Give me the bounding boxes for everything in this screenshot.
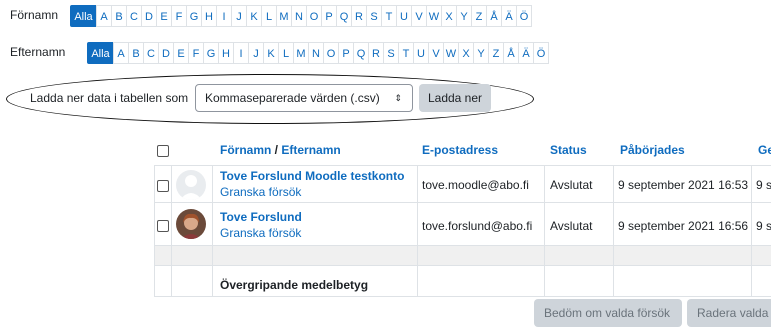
user-name-link[interactable]: Tove Forslund [220, 210, 302, 224]
regrade-selected-button[interactable]: Bedöm om valda försök [534, 299, 682, 327]
lastname-letter-t[interactable]: T [398, 42, 414, 64]
sort-completed-link[interactable]: Genomförd [758, 137, 771, 165]
lastname-letter-p[interactable]: P [338, 42, 354, 64]
status-cell: Avslutat [550, 178, 593, 192]
firstname-letter-v[interactable]: V [411, 5, 427, 27]
lastname-letter-b[interactable]: B [128, 42, 144, 64]
firstname-letter-p[interactable]: P [321, 5, 337, 27]
delete-selected-button[interactable]: Radera valda f [687, 299, 771, 327]
firstname-letter-z[interactable]: Z [471, 5, 487, 27]
lastname-letter-m[interactable]: M [293, 42, 309, 64]
sort-email-link[interactable]: E-postadress [422, 137, 498, 165]
firstname-all-button[interactable]: Alla [70, 5, 97, 27]
firstname-letter-n[interactable]: N [291, 5, 307, 27]
firstname-letter-c[interactable]: C [126, 5, 142, 27]
lastname-letter-d[interactable]: D [158, 42, 174, 64]
lastname-letter-ö[interactable]: Ö [533, 42, 549, 64]
firstname-letter-b[interactable]: B [111, 5, 127, 27]
lastname-letter-f[interactable]: F [188, 42, 204, 64]
firstname-letter-g[interactable]: G [186, 5, 202, 27]
lastname-letter-v[interactable]: V [428, 42, 444, 64]
firstname-letter-s[interactable]: S [366, 5, 382, 27]
sort-started-link[interactable]: Påbörjades [620, 137, 685, 165]
lastname-letter-n[interactable]: N [308, 42, 324, 64]
lastname-letter-e[interactable]: E [173, 42, 189, 64]
lastname-letter-g[interactable]: G [203, 42, 219, 64]
updown-caret-icon: ⇕ [394, 93, 402, 103]
download-label: Ladda ner data i tabellen som [30, 91, 189, 105]
lastname-letter-å[interactable]: Å [503, 42, 519, 64]
attempts-table: Förnamn / Efternamn E-postadress Status … [154, 137, 771, 297]
lastname-letter-j[interactable]: J [248, 42, 264, 64]
firstname-filter-label: Förnamn [10, 8, 59, 22]
lastname-filter-label: Efternamn [10, 45, 66, 59]
separator-row [154, 246, 771, 265]
email-cell: tove.moodle@abo.fi [422, 178, 529, 192]
firstname-letter-ö[interactable]: Ö [516, 5, 532, 27]
lastname-letter-c[interactable]: C [143, 42, 159, 64]
firstname-letter-e[interactable]: E [156, 5, 172, 27]
firstname-letter-ä[interactable]: Ä [501, 5, 517, 27]
firstname-letter-k[interactable]: K [246, 5, 262, 27]
sort-firstname-link[interactable]: Förnamn [220, 143, 271, 157]
firstname-letter-x[interactable]: X [441, 5, 457, 27]
download-button[interactable]: Ladda ner [419, 84, 491, 112]
firstname-letter-r[interactable]: R [351, 5, 367, 27]
header-name: Förnamn / Efternamn [220, 137, 341, 165]
review-attempt-link[interactable]: Granska försök [220, 185, 301, 199]
header-separator: / [271, 143, 282, 157]
lastname-letter-i[interactable]: I [233, 42, 249, 64]
firstname-letter-å[interactable]: Å [486, 5, 502, 27]
lastname-letter-x[interactable]: X [458, 42, 474, 64]
row-checkbox[interactable] [157, 180, 169, 192]
user-name-link[interactable]: Tove Forslund Moodle testkonto [220, 169, 404, 183]
lastname-letter-z[interactable]: Z [488, 42, 504, 64]
firstname-letter-u[interactable]: U [396, 5, 412, 27]
lastname-letter-a[interactable]: A [113, 42, 129, 64]
avatar [176, 170, 206, 200]
lastname-letter-u[interactable]: U [413, 42, 429, 64]
row-checkbox[interactable] [157, 220, 169, 232]
overall-average-label: Övergripande medelbetyg [220, 278, 369, 292]
firstname-letter-i[interactable]: I [216, 5, 232, 27]
completed-cell: 9 sep [756, 219, 771, 233]
started-cell: 9 september 2021 16:56 [618, 219, 749, 233]
firstname-letter-h[interactable]: H [201, 5, 217, 27]
firstname-letter-a[interactable]: A [96, 5, 112, 27]
lastname-letter-r[interactable]: R [368, 42, 384, 64]
lastname-letter-s[interactable]: S [383, 42, 399, 64]
firstname-letter-y[interactable]: Y [456, 5, 472, 27]
lastname-letter-y[interactable]: Y [473, 42, 489, 64]
firstname-letter-l[interactable]: L [261, 5, 277, 27]
lastname-all-button[interactable]: Alla [87, 42, 114, 64]
sort-lastname-link[interactable]: Efternamn [281, 143, 340, 157]
firstname-letter-m[interactable]: M [276, 5, 292, 27]
lastname-letter-k[interactable]: K [263, 42, 279, 64]
firstname-letter-t[interactable]: T [381, 5, 397, 27]
firstname-letter-q[interactable]: Q [336, 5, 352, 27]
download-format-value: Kommaseparerade värden (.csv) [205, 91, 380, 105]
completed-cell: 9 sep [756, 178, 771, 192]
lastname-letter-ä[interactable]: Ä [518, 42, 534, 64]
download-format-select[interactable]: Kommaseparerade värden (.csv) ⇕ [195, 84, 413, 112]
sort-status-link[interactable]: Status [550, 137, 587, 165]
status-cell: Avslutat [550, 219, 593, 233]
lastname-letter-h[interactable]: H [218, 42, 234, 64]
review-attempt-link[interactable]: Granska försök [220, 226, 301, 240]
firstname-letter-f[interactable]: F [171, 5, 187, 27]
lastname-letter-l[interactable]: L [278, 42, 294, 64]
select-all-checkbox[interactable] [157, 145, 169, 157]
firstname-letter-bar: Alla A B C D E F G H I J K L M N O P Q R S T U V W X Y Z Å Ä Ö [70, 5, 532, 27]
started-cell: 9 september 2021 16:53 [618, 178, 749, 192]
lastname-letter-o[interactable]: O [323, 42, 339, 64]
avatar [176, 209, 206, 239]
firstname-letter-j[interactable]: J [231, 5, 247, 27]
lastname-letter-q[interactable]: Q [353, 42, 369, 64]
firstname-letter-w[interactable]: W [426, 5, 442, 27]
firstname-letter-o[interactable]: O [306, 5, 322, 27]
firstname-letter-d[interactable]: D [141, 5, 157, 27]
lastname-letter-w[interactable]: W [443, 42, 459, 64]
lastname-letter-bar: Alla A B C D E F G H I J K L M N O P Q R S T U V W X Y Z Å Ä Ö [87, 42, 549, 64]
email-cell: tove.forslund@abo.fi [422, 219, 533, 233]
